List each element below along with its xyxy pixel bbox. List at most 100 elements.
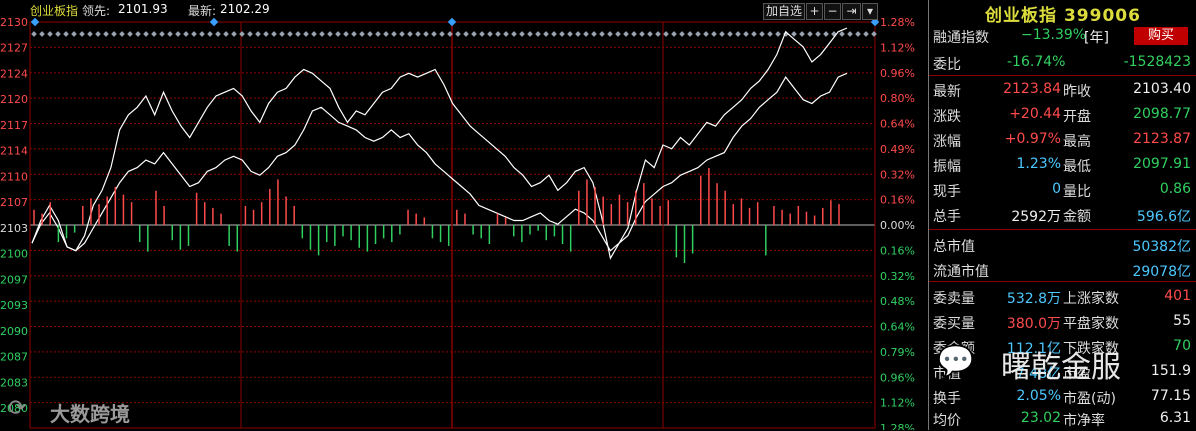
intraday-chart[interactable]: 1.28% 1.12% 0.96% 0.80% 0.64% 0.49% 0.32% 0.16%… [0, 0, 925, 430]
row-value: -16.74% [1007, 54, 1066, 70]
marker-dot [807, 31, 813, 37]
left-tick-label: 2130 [0, 16, 28, 29]
right-tick-label: 0.48% [880, 295, 915, 308]
marker-dot [663, 31, 669, 37]
marker-dot [295, 31, 301, 37]
marker-dot [127, 31, 133, 37]
marker-dot [703, 31, 709, 37]
marker-dot [455, 31, 461, 37]
row-value-2: 2097.91 [1133, 156, 1191, 172]
quote-row: 振幅 1.23% 最低 2097.91 [929, 153, 1196, 177]
row-label: 流通市值 [933, 264, 989, 280]
marker-dot [711, 31, 717, 37]
marker-dot [287, 31, 293, 37]
quote-row: 均价 23.02 市净率 6.31 [929, 407, 1196, 431]
dropdown-button[interactable]: ▾ [862, 3, 878, 20]
marker-dot [143, 31, 149, 37]
row-value: 532.8万 [1006, 291, 1061, 307]
left-tick-label: 2117 [0, 119, 28, 132]
row-value-2: 0.86 [1159, 181, 1191, 197]
marker-dot [79, 31, 85, 37]
row-label-2: 开盘 [1063, 109, 1091, 125]
row-label-2: 市盈(动) [1063, 391, 1116, 407]
marker-dot [327, 31, 333, 37]
marker-dot [415, 31, 421, 37]
marker-dot [439, 31, 445, 37]
row-label: 换手 [933, 391, 961, 407]
row-label-2: 量比 [1063, 184, 1091, 200]
index-name-label: 创业板指 [30, 4, 79, 18]
marker-dot [359, 31, 365, 37]
marker-dot [431, 31, 437, 37]
left-tick-label: 2114 [0, 145, 28, 158]
leader-label: 领先: [82, 4, 111, 18]
chart-svg[interactable]: 1.28% 1.12% 0.96% 0.80% 0.64% 0.49% 0.32% 0.16%… [0, 0, 925, 430]
marker-dot [407, 31, 413, 37]
row-value-2: 6.31 [1159, 410, 1191, 426]
next-page-button[interactable]: ⇥ [842, 3, 861, 20]
marker-dot [39, 31, 45, 37]
left-tick-label: 2103 [0, 222, 28, 235]
zoom-in-button[interactable]: + [806, 3, 823, 20]
row-value-2: 151.9 [1150, 363, 1191, 379]
add-to-watchlist-button[interactable]: 加自选 [763, 3, 805, 20]
right-tick-label: 0.64% [880, 321, 915, 334]
marker-dot [823, 31, 829, 37]
marker-dot [695, 31, 701, 37]
logo-icon: ⟳ [8, 396, 27, 421]
marker-dot [159, 31, 165, 37]
marker-dot [855, 31, 861, 37]
marker-dot [423, 31, 429, 37]
marker-dot [223, 31, 229, 37]
marker-dot [527, 31, 533, 37]
marker-dot [559, 31, 565, 37]
row-label: 总手 [933, 209, 961, 225]
left-tick-label: 2127 [0, 42, 28, 55]
marker-dot [55, 31, 61, 37]
left-tick-label: 2097 [0, 273, 28, 286]
right-tick-label: 0.00% [880, 219, 915, 232]
marker-dot [463, 31, 469, 37]
marker-dot [311, 31, 317, 37]
row-value-2: 55 [1173, 313, 1191, 329]
marker-dot [119, 31, 125, 37]
row-unit: [年] [1084, 30, 1109, 46]
marker-dot [87, 31, 93, 37]
buy-button[interactable]: 购买 [1134, 27, 1188, 45]
row-value-2: 77.15 [1150, 388, 1191, 404]
marker-dot [767, 31, 773, 37]
marker-dot [199, 31, 205, 37]
right-tick-label: 0.96% [880, 67, 915, 80]
quote-row: 委买量 380.0万 平盘家数 55 [929, 310, 1196, 334]
left-tick-label: 2083 [0, 376, 28, 389]
panel-separator [929, 229, 1196, 230]
marker-dot [247, 31, 253, 37]
marker-dot [111, 31, 117, 37]
marker-dot [215, 31, 221, 37]
marker-dot [735, 31, 741, 37]
row-label-2: 最低 [1063, 159, 1091, 175]
marker-dot [63, 31, 69, 37]
right-tick-label: 1.12% [880, 41, 915, 54]
marker-dot [839, 31, 845, 37]
marker-dot [599, 31, 605, 37]
marker-dot [191, 31, 197, 37]
row-value: +0.97% [1004, 131, 1061, 147]
latest-label: 最新: [188, 4, 217, 18]
row-label: 最新 [933, 84, 961, 100]
quote-row: 现手 0 量比 0.86 [929, 178, 1196, 202]
event-marker [447, 17, 457, 27]
row-value-2: 2123.87 [1133, 131, 1191, 147]
right-tick-label: 0.64% [880, 118, 915, 131]
marker-dot [503, 31, 509, 37]
left-tick-label: 2107 [0, 196, 28, 209]
row-value: 2592万 [1011, 209, 1061, 225]
marker-dot [303, 31, 309, 37]
marker-dot [615, 31, 621, 37]
zoom-out-button[interactable]: − [824, 3, 841, 20]
marker-dot [719, 31, 725, 37]
right-tick-label: 0.49% [880, 143, 915, 156]
marker-dot [135, 31, 141, 37]
right-tick-label: 1.28% [880, 16, 915, 29]
marker-dot [263, 31, 269, 37]
